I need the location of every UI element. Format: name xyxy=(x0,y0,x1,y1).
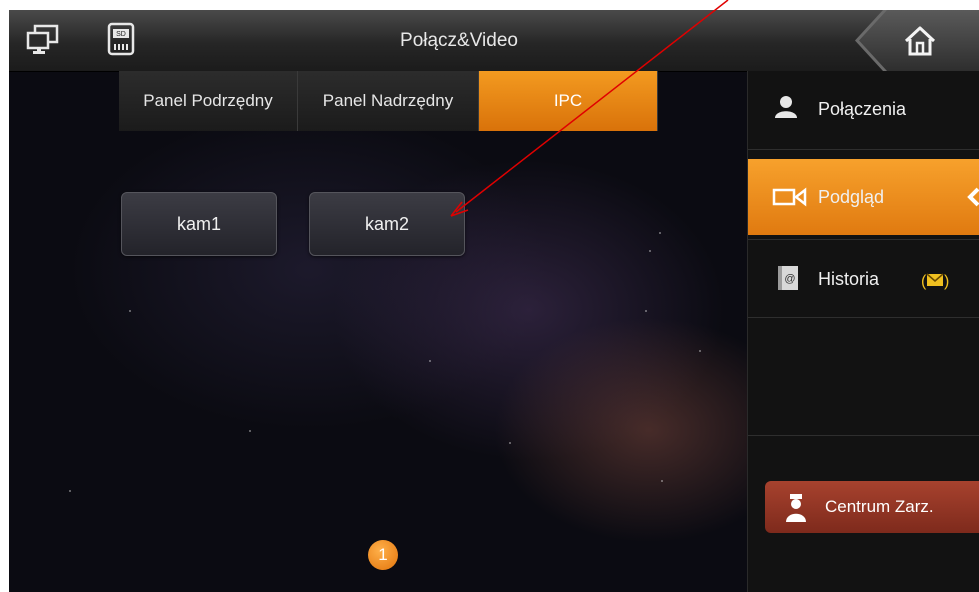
annotation-arrow xyxy=(450,0,729,217)
